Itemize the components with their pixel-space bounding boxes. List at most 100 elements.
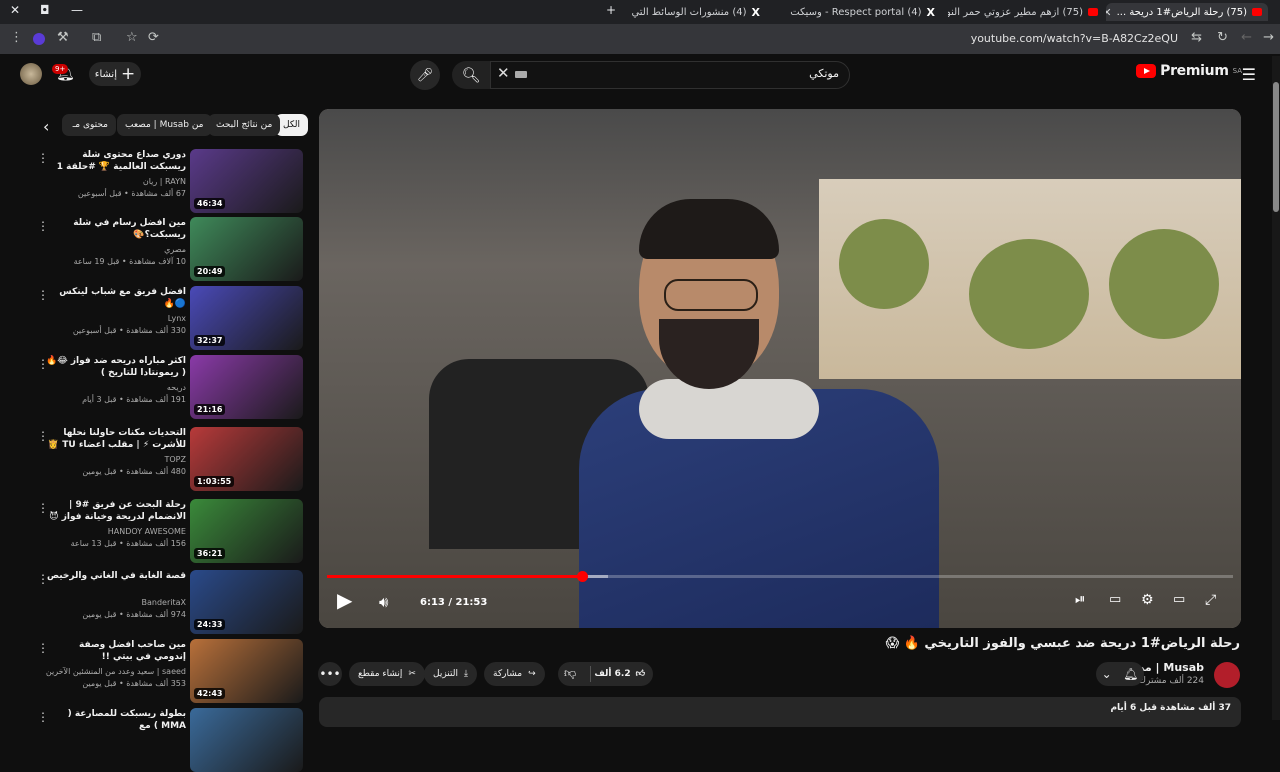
duration-badge: 1:03:55 (194, 476, 235, 487)
recommendation-item[interactable]: 21:16 ⋮ اكثر مباراه دريحه ضد فواز 😂🔥 ( ريم… (0, 355, 306, 419)
menu-icon[interactable]: ☰ (1242, 65, 1256, 84)
like-button[interactable]: 👍︎ 6.2 ألف (586, 662, 653, 686)
recommendation-item[interactable]: 36:21 ⋮ رحلة البحث عن فريق #9 | الانضمام ل… (0, 499, 306, 563)
url-field[interactable]: youtube.com/watch?v=B-A82Cz2eQU (971, 32, 1178, 45)
recommendation-title[interactable]: مين افضل رسام في شلة ريسبكت؟🎨 (46, 217, 186, 241)
recommendation-meta: 974 ألف مشاهدة • قبل يومين (82, 610, 186, 619)
video-thumbnail[interactable]: 46:34 (190, 149, 303, 213)
recommendation-channel[interactable]: Lynx (36, 314, 186, 323)
download-button[interactable]: ⤓ التنزيل (424, 662, 477, 686)
window-menu-icon[interactable]: ◘ (40, 3, 50, 17)
duration-badge: 32:37 (194, 335, 226, 346)
autoplay-toggle-icon[interactable]: ⏯ (1075, 592, 1085, 607)
fullscreen-icon[interactable]: ⤢ (1205, 592, 1216, 608)
recommendation-title[interactable]: افضل فريق مع شباب لينكس 🔵🔥 (46, 286, 186, 310)
recommendation-item[interactable]: 46:34 ⋮ دوري صداع محتوى شلة ريسبكت العالمي… (0, 149, 306, 213)
x-icon: X (751, 5, 760, 19)
recommendation-item[interactable]: 20:49 ⋮ مين افضل رسام في شلة ريسبكت؟🎨 مصري 1… (0, 217, 306, 281)
recommendation-channel[interactable]: دريحه (36, 383, 186, 392)
browser-tab-2[interactable]: (75) ازهم مطير عزوتي حمر النوا... ✕ (948, 3, 1098, 21)
video-thumbnail[interactable] (190, 708, 303, 772)
volume-icon[interactable]: 🔊︎ (379, 593, 388, 611)
puzzle-icon[interactable]: ⧉ (92, 30, 101, 45)
star-icon[interactable]: ☆ (126, 30, 138, 45)
recommendation-item[interactable]: 42:43 ⋮ مين صاحب افضل وصفة إندومي في بيتي … (0, 639, 306, 703)
duration-badge: 24:33 (194, 619, 226, 630)
recommendation-channel[interactable]: TOPZ (36, 455, 187, 464)
kebab-menu-icon[interactable]: ⋮ (10, 30, 23, 45)
download-label: التنزيل (433, 669, 458, 679)
theater-mode-icon[interactable]: ▭ (1173, 592, 1185, 607)
clear-search-icon[interactable]: ✕ (497, 64, 510, 82)
reload-icon[interactable]: ↻ (1217, 30, 1228, 45)
minimize-icon[interactable]: — (71, 3, 83, 17)
recommendation-item[interactable]: 32:37 ⋮ افضل فريق مع شباب لينكس 🔵🔥 Lynx 330 … (0, 286, 306, 350)
tune-icon[interactable]: ⇆ (1191, 30, 1202, 45)
video-thumbnail[interactable]: 20:49 (190, 217, 303, 281)
recommendation-channel[interactable]: RAYN | ريان (36, 177, 186, 186)
recommendation-item[interactable]: 1:03:55 ⋮ التحديات مكنات حاولنا نحلها للأش… (0, 427, 306, 491)
video-thumbnail[interactable]: 42:43 (190, 639, 303, 703)
video-player[interactable]: ▶ 🔊︎ 6:13 / 21:53 ⏯ ▭ ⚙ ▭ ⤢ (319, 109, 1241, 628)
search-input[interactable]: موتكي ✕ (490, 61, 850, 89)
recommendation-title[interactable]: اكثر مباراه دريحه ضد فواز 😂🔥 ( ريمونتادا… (46, 355, 186, 379)
video-tree (839, 219, 929, 309)
recommendation-title[interactable]: دوري صداع محتوى شلة ريسبكت العالمية 🏆 #ح… (46, 149, 186, 173)
dislike-button[interactable]: 👎︎ (564, 666, 576, 681)
video-tree (969, 239, 1089, 349)
close-window-icon[interactable]: ✕ (10, 3, 20, 17)
recommendation-title[interactable]: قصة الغابة في الغاني والرخيص (46, 570, 186, 582)
voice-search-button[interactable]: 🎤︎ (410, 60, 440, 90)
forward-icon[interactable]: ← (1241, 30, 1252, 45)
browser-tab-active[interactable]: (75) رحلة الرياض#1 دريحة ... ✕ (1106, 3, 1268, 21)
page-scrollbar[interactable] (1272, 56, 1280, 720)
subscribed-button[interactable]: ⌄ 🔔︎ (1096, 662, 1144, 686)
chip-search-results[interactable]: من نتائج البحث (208, 114, 281, 136)
share-button[interactable]: ↪ مشاركة (484, 662, 545, 686)
recommendation-title[interactable]: مين صاحب افضل وصفة إندومي في بيتي !! (46, 639, 186, 663)
recommendation-title[interactable]: رحلة البحث عن فريق #9 | الانضمام لدريحة … (46, 499, 186, 523)
install-app-icon[interactable]: ⟳ (148, 30, 159, 45)
recommendation-channel[interactable]: HANDOY AWESOME (36, 527, 186, 536)
duration-badge: 20:49 (194, 266, 226, 277)
chip-related[interactable]: محتوى مـ (62, 114, 116, 136)
progress-bar[interactable] (327, 571, 1233, 582)
play-icon[interactable]: ▶ (337, 588, 352, 612)
recommendation-channel[interactable]: BanderitaX (36, 598, 187, 607)
browser-tab-3[interactable]: X (4) Respect portal - وسيكت على... ✕ (790, 3, 935, 21)
youtube-logo[interactable]: Premium SA (1136, 63, 1242, 79)
close-tab-icon[interactable]: ✕ (1106, 6, 1112, 19)
recommendation-meta: 10 آلاف مشاهدة • قبل 19 ساعة (73, 257, 186, 266)
new-tab-button[interactable]: + (606, 3, 616, 17)
create-button[interactable]: + إنشاء (89, 62, 141, 86)
chip-channel[interactable]: من Musab | مصعب (117, 114, 212, 136)
video-thumbnail[interactable]: 1:03:55 (190, 427, 303, 491)
browser-tab-4[interactable]: X (4) منشورات الوسائط التي نشرها... ✕ (630, 3, 760, 21)
profile-icon[interactable] (33, 33, 45, 45)
back-icon[interactable]: → (1263, 30, 1274, 45)
video-thumbnail[interactable]: 36:21 (190, 499, 303, 563)
recommendation-channel[interactable]: مصري (36, 245, 186, 254)
settings-icon[interactable]: ⚙ (1141, 592, 1154, 608)
chip-label: من نتائج البحث (216, 120, 273, 130)
chevron-left-icon[interactable]: ‹ (43, 117, 49, 136)
scrollbar-thumb[interactable] (1273, 82, 1279, 212)
extension-icon[interactable]: ⚒ (57, 30, 69, 45)
subtitles-icon[interactable]: ▭ (1109, 592, 1121, 607)
video-thumbnail[interactable]: 24:33 (190, 570, 303, 634)
account-avatar[interactable] (20, 63, 42, 85)
recommendation-item[interactable]: 24:33 ⋮ قصة الغابة في الغاني والرخيص Bander… (0, 570, 306, 634)
clip-button[interactable]: ✂ إنشاء مقطع (349, 662, 425, 686)
channel-avatar[interactable] (1214, 662, 1240, 688)
search-button[interactable]: 🔍︎ (452, 61, 490, 89)
recommendation-title[interactable]: بطولة ريسبكت للمصارعة ( MMA ) مع (46, 708, 186, 732)
keyboard-icon[interactable] (515, 71, 527, 78)
video-thumbnail[interactable]: 32:37 (190, 286, 303, 350)
thumbs-up-icon: 👍︎ (635, 669, 645, 679)
more-actions-button[interactable]: ••• (318, 662, 342, 686)
description-box[interactable]: 37 ألف مشاهدة قبل 6 أيام (319, 697, 1241, 727)
recommendation-item[interactable]: ⋮ بطولة ريسبكت للمصارعة ( MMA ) مع (0, 708, 306, 772)
video-thumbnail[interactable]: 21:16 (190, 355, 303, 419)
recommendation-title[interactable]: التحديات مكنات حاولنا نحلها للأشرت ⚡ | م… (46, 427, 186, 451)
recommendation-channel[interactable]: saeed | سعيد وعدد من المنشئين الآخرين (36, 667, 186, 676)
